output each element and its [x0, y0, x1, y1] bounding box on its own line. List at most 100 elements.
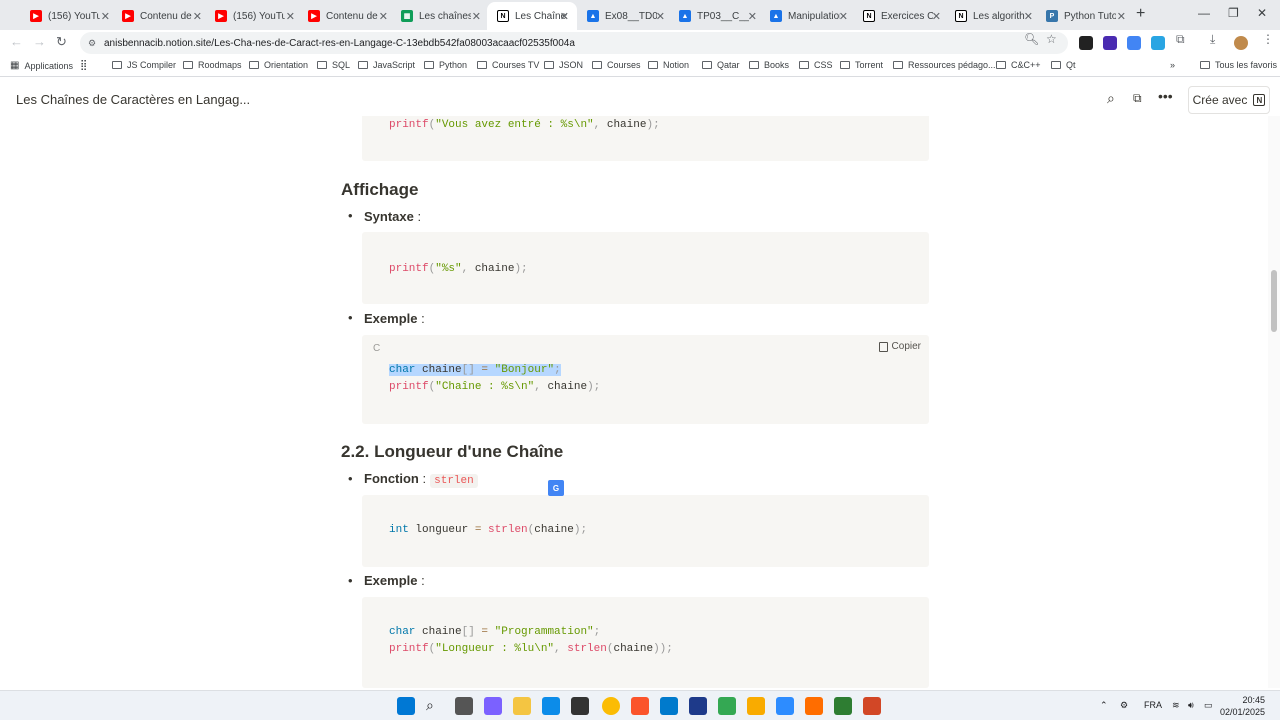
- tab-drive-3[interactable]: ▲ Manipulation ✕: [770, 4, 848, 28]
- app-icon[interactable]: [805, 697, 823, 715]
- restore-icon[interactable]: ❐: [1228, 6, 1239, 20]
- duplicate-icon[interactable]: ⧉: [1133, 91, 1142, 106]
- edge-icon[interactable]: [542, 697, 560, 715]
- battery-icon[interactable]: ▭: [1204, 700, 1213, 711]
- more-bookmarks-icon[interactable]: »: [1170, 60, 1175, 70]
- bookmark-c-cpp[interactable]: C&C++: [996, 60, 1041, 70]
- tab-drive-1[interactable]: ▲ Ex08__TD06 ✕: [587, 4, 665, 28]
- bookmark-orientation[interactable]: Orientation: [249, 60, 308, 70]
- close-tab-icon[interactable]: ✕: [193, 10, 202, 23]
- close-tab-icon[interactable]: ✕: [1024, 10, 1033, 23]
- app-icon[interactable]: [689, 697, 707, 715]
- vscode-icon[interactable]: [660, 697, 678, 715]
- reload-icon[interactable]: ↻: [56, 34, 67, 50]
- bookmark-torrent[interactable]: Torrent: [840, 60, 883, 70]
- bookmark-python[interactable]: Python: [424, 60, 467, 70]
- bookmark-js-compiler[interactable]: JS Compiler: [112, 60, 176, 70]
- forward-icon[interactable]: →: [33, 34, 46, 49]
- all-bookmarks[interactable]: Tous les favoris: [1200, 60, 1277, 70]
- store-icon[interactable]: [571, 697, 589, 715]
- close-window-icon[interactable]: ✕: [1257, 6, 1267, 20]
- taskbar-search-icon[interactable]: ⌕: [426, 697, 444, 715]
- tab-notion-3[interactable]: N Les algorithm ✕: [955, 4, 1033, 28]
- google-translate-icon[interactable]: G: [548, 480, 564, 496]
- app-icon[interactable]: [747, 697, 765, 715]
- address-bar[interactable]: ⚙ anisbennacib.notion.site/Les-Cha-nes-d…: [80, 32, 1068, 54]
- tab-drive-2[interactable]: ▲ TP03__C__Le ✕: [679, 4, 757, 28]
- copilot-icon[interactable]: [484, 697, 502, 715]
- bookmark-javascript[interactable]: JavaScript: [358, 60, 415, 70]
- language-indicator[interactable]: FRA: [1144, 700, 1162, 710]
- code-block-input[interactable]: printf("Vous avez entré : %s\n", chaine)…: [362, 116, 929, 161]
- tab-python-tutor[interactable]: P Python Tutor ✕: [1046, 4, 1126, 28]
- extensions-puzzle-icon[interactable]: ⧉: [1176, 32, 1185, 47]
- copy-button[interactable]: Copier: [878, 341, 921, 352]
- tab-youtube-studio-2[interactable]: ▶ Contenu de la chaîne ✕: [308, 4, 388, 28]
- translate-extension-icon[interactable]: [1127, 36, 1141, 50]
- drive-app-icon[interactable]: [718, 697, 736, 715]
- file-explorer-icon[interactable]: [513, 697, 531, 715]
- task-view-icon[interactable]: [455, 697, 473, 715]
- close-tab-icon[interactable]: ✕: [472, 10, 481, 23]
- bookmark-roodmaps[interactable]: Roodmaps: [183, 60, 242, 70]
- tab-sheets[interactable]: ▦ Les chaînes de ✕: [401, 4, 481, 28]
- back-icon[interactable]: ←: [10, 34, 23, 49]
- close-tab-icon[interactable]: ✕: [101, 10, 110, 23]
- code-block-function[interactable]: int longueur = strlen(chaine);: [362, 495, 929, 567]
- windows-start-icon[interactable]: [397, 697, 415, 715]
- tray-app-icon[interactable]: ⚙: [1120, 700, 1128, 711]
- tab-youtube-studio-1[interactable]: ▶ Contenu de la chaîne ✕: [122, 4, 202, 28]
- tab-notion-active[interactable]: N Les Chaînes ✕: [487, 2, 577, 30]
- bookmark-sql[interactable]: SQL: [317, 60, 350, 70]
- close-tab-icon[interactable]: ✕: [656, 10, 665, 23]
- close-tab-icon[interactable]: ✕: [748, 10, 757, 23]
- app-icon[interactable]: [834, 697, 852, 715]
- more-options-icon[interactable]: •••: [1158, 88, 1173, 104]
- bookmark-qt[interactable]: Qt: [1051, 60, 1076, 70]
- tray-chevron-icon[interactable]: ⌃: [1100, 700, 1108, 711]
- close-tab-icon[interactable]: ✕: [932, 10, 941, 23]
- zoom-icon[interactable]: 🔍︎: [1024, 32, 1039, 46]
- download-icon[interactable]: ⤓: [1210, 32, 1215, 47]
- zoom-app-icon[interactable]: [776, 697, 794, 715]
- search-icon[interactable]: ⌕: [1107, 90, 1115, 107]
- chrome-icon[interactable]: [602, 697, 620, 715]
- bookmark-star-icon[interactable]: ☆: [1046, 32, 1057, 46]
- extension-badge-icon[interactable]: [1103, 36, 1117, 50]
- create-with-notion-button[interactable]: Crée avec N: [1188, 86, 1270, 114]
- code-block-syntax[interactable]: printf("%s", chaine);: [362, 232, 929, 304]
- bookmark-notion[interactable]: Notion: [648, 60, 689, 70]
- bookmark-courses[interactable]: Courses: [592, 60, 641, 70]
- bookmark-json[interactable]: JSON: [544, 60, 583, 70]
- powerpoint-icon[interactable]: [863, 697, 881, 715]
- volume-icon[interactable]: 🔊︎: [1188, 700, 1194, 711]
- close-tab-icon[interactable]: ✕: [839, 10, 848, 23]
- close-tab-icon[interactable]: ✕: [379, 10, 388, 23]
- new-tab-button[interactable]: +: [1136, 5, 1145, 23]
- brave-icon[interactable]: [631, 697, 649, 715]
- code-language-label[interactable]: C: [373, 343, 380, 354]
- scroll-thumb[interactable]: [1271, 270, 1277, 332]
- menu-kebab-icon[interactable]: ⋮: [1262, 32, 1274, 46]
- code-block-example2[interactable]: char chaine[] = "Programmation"; printf(…: [362, 597, 929, 688]
- tab-youtube-1[interactable]: ▶ (156) YouTube ✕: [30, 4, 110, 28]
- tab-notion-2[interactable]: N Exercices Co ✕: [863, 4, 941, 28]
- page-title[interactable]: Les Chaînes de Caractères en Langag...: [16, 92, 250, 107]
- bookmark-ressources[interactable]: Ressources pédago...: [893, 60, 996, 70]
- bookmark-qatar[interactable]: Qatar: [702, 60, 740, 70]
- close-tab-icon[interactable]: ✕: [560, 10, 569, 23]
- bookmark-grid[interactable]: ⣿: [80, 60, 87, 71]
- bookmark-courses-tv[interactable]: Courses TV: [477, 60, 539, 70]
- wifi-icon[interactable]: ≋: [1172, 700, 1180, 711]
- bookmark-css[interactable]: CSS: [799, 60, 833, 70]
- extension-icon[interactable]: [1151, 36, 1165, 50]
- system-clock[interactable]: 20:45 02/01/2025: [1220, 694, 1265, 718]
- bookmark-books[interactable]: Books: [749, 60, 789, 70]
- site-info-icon[interactable]: ⚙: [88, 38, 98, 48]
- tab-youtube-2[interactable]: ▶ (156) YouTube ✕: [215, 4, 295, 28]
- close-tab-icon[interactable]: ✕: [1117, 10, 1126, 23]
- minimize-icon[interactable]: —: [1198, 6, 1210, 20]
- close-tab-icon[interactable]: ✕: [286, 10, 295, 23]
- notion-extension-icon[interactable]: [1079, 36, 1093, 50]
- bookmark-applications[interactable]: ▦ Applications: [10, 60, 73, 71]
